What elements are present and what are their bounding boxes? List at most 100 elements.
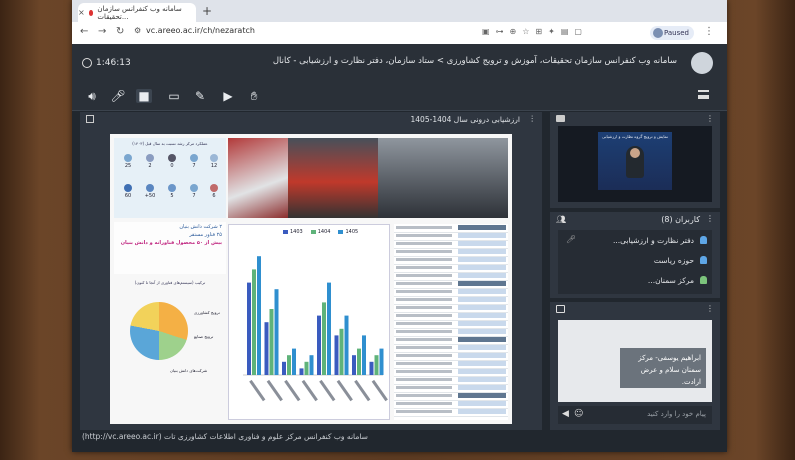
- table-cell: [396, 258, 452, 261]
- table-cell: [396, 290, 452, 293]
- forward-button[interactable]: →: [98, 26, 106, 37]
- presentation-title: ارزشیابی درونی سال 1404-1405: [410, 115, 521, 124]
- video-panel: ⋮ نمایش و ترویج گروه نظارت و ارزشیابی: [550, 112, 720, 208]
- speaker-face: [630, 148, 640, 158]
- chart-bar: [247, 282, 251, 375]
- app-footer: (http://vc.areeo.ac.ir) سامانه وب کنفران…: [72, 430, 727, 446]
- stat-item: 0: [162, 154, 182, 169]
- back-button[interactable]: ←: [80, 26, 88, 37]
- app-header: 1:46:13 سامانه وب کنفرانس سازمان تحقیقات…: [72, 44, 727, 84]
- stat-item: 6: [204, 184, 224, 199]
- chat-input-bar: ◀ ☺ پیام خود را وارد کنید: [558, 406, 712, 424]
- mic-icon: 🎤︎: [566, 235, 577, 244]
- table-cell: [396, 330, 452, 333]
- table-cell: [458, 241, 506, 246]
- chart-bar: [274, 289, 279, 375]
- user-row[interactable]: حوزه ریاست: [558, 252, 712, 270]
- url-field[interactable]: vc.areeo.ac.ir/ch/nezaratch: [146, 26, 255, 35]
- table-cell: [396, 234, 452, 237]
- chat-panel: ⋮ ابراهیم یوسفی- مرکز سمنان سلام و عرض ا…: [550, 302, 720, 430]
- new-tab-button[interactable]: +: [200, 4, 214, 18]
- chart-bar: [374, 355, 379, 375]
- chart-bar: [322, 302, 326, 375]
- video-feed[interactable]: نمایش و ترویج گروه نظارت و ارزشیابی: [558, 126, 712, 202]
- presentation-header: ارزشیابی درونی سال 1404-1405 ⋮: [80, 112, 542, 128]
- reload-button[interactable]: ↻: [116, 26, 124, 37]
- hamburger-menu-icon[interactable]: [698, 90, 709, 99]
- site-info-icon[interactable]: ⚙: [134, 26, 141, 35]
- user-name: حوزه ریاست: [653, 256, 694, 265]
- photo-strip: [228, 138, 508, 218]
- chart-bar: [334, 335, 339, 375]
- table-cell: [396, 394, 452, 397]
- chart-legend: 1403 1404 1405: [283, 229, 358, 235]
- chart-bar: [252, 269, 256, 375]
- table-cell: [458, 353, 506, 358]
- pie-chart: [130, 302, 188, 360]
- table-cell: [458, 249, 506, 254]
- chart-bar: [327, 282, 331, 375]
- recording-dot-icon: [88, 9, 94, 16]
- photo-visitors: [378, 138, 508, 218]
- camera-icon[interactable]: ■: [136, 89, 152, 103]
- presentation-menu-button[interactable]: ⋮: [529, 114, 537, 123]
- play-icon[interactable]: ▶: [220, 89, 236, 103]
- stat-item: 7: [184, 154, 204, 169]
- users-panel-menu-button[interactable]: ⋮: [706, 214, 714, 223]
- table-cell: [396, 338, 452, 341]
- slide: عملکرد مرکز رشد نسبت به سال قبل (۱۴۰۳) 2…: [110, 134, 512, 424]
- users-panel-header: 👥︎ کاربران (8) ⋮: [550, 212, 720, 228]
- send-icon[interactable]: ◀: [562, 409, 569, 419]
- category-label-mark: [266, 379, 283, 402]
- hand-icon[interactable]: ✋︎: [246, 89, 262, 104]
- organization-logo: [691, 52, 713, 74]
- chart-bar: [344, 315, 349, 375]
- pie-title: ترکیب (سیستم‌های فناوری از آنجا تا کنون): [134, 280, 206, 285]
- chat-icon: [556, 305, 565, 313]
- chat-input[interactable]: پیام خود را وارد کنید: [647, 410, 706, 418]
- emoji-icon[interactable]: ☺: [574, 409, 583, 419]
- category-label-mark: [301, 379, 318, 402]
- pen-icon[interactable]: ✎: [192, 89, 208, 103]
- table-cell: [396, 282, 452, 285]
- photo-exhibit: [228, 138, 288, 218]
- page-icon[interactable]: [86, 115, 94, 123]
- table-cell: [458, 225, 506, 230]
- mic-icon[interactable]: 🎤︎: [110, 89, 126, 103]
- user-row[interactable]: مرکز سمنان...: [558, 272, 712, 290]
- person-icon: [700, 276, 707, 284]
- browser-tab[interactable]: × سامانه وب کنفرانس سازمان تحقیقات...: [78, 3, 196, 22]
- video-panel-menu-button[interactable]: ⋮: [706, 114, 714, 123]
- table-cell: [458, 281, 506, 286]
- browser-menu-button[interactable]: ⋮: [704, 26, 714, 37]
- clock-icon: [82, 58, 92, 68]
- chart-bar: [304, 361, 309, 375]
- users-icon: 👥︎: [556, 215, 567, 224]
- chart-bar: [352, 355, 356, 375]
- chart-bar: [362, 335, 366, 375]
- screen-share-icon[interactable]: ▭: [166, 89, 182, 103]
- table-cell: [396, 242, 452, 245]
- table-cell: [396, 266, 452, 269]
- table-cell: [396, 226, 452, 229]
- table-cell: [396, 386, 452, 389]
- highlight-item: ۲۵ فناور مستقر: [189, 232, 222, 238]
- chart-bar: [292, 348, 296, 375]
- user-row[interactable]: دفتر نظارت و ارزشیابی... 🎤︎: [558, 232, 712, 250]
- tab-close-button[interactable]: ×: [78, 8, 85, 17]
- chat-messages: ابراهیم یوسفی- مرکز سمنان سلام و عرض ارا…: [558, 320, 712, 402]
- user-name: مرکز سمنان...: [647, 276, 694, 285]
- chart-bar: [282, 361, 286, 375]
- address-bar-icons[interactable]: ▣⊶⊕☆⊞✦▤▢: [482, 27, 588, 36]
- chart-bar: [357, 348, 361, 375]
- table-cell: [458, 313, 506, 318]
- speaker-icon[interactable]: 🔊︎: [84, 89, 100, 104]
- chat-panel-menu-button[interactable]: ⋮: [706, 304, 714, 313]
- stat-item: 12: [204, 154, 224, 169]
- address-bar-row: ← → ↻ ⚙ vc.areeo.ac.ir/ch/nezaratch ▣⊶⊕☆…: [72, 22, 727, 45]
- table-cell: [458, 393, 506, 398]
- video-panel-header: ⋮: [550, 112, 720, 126]
- profile-paused-button[interactable]: Paused: [650, 26, 694, 40]
- category-label-mark: [319, 379, 336, 402]
- timer-value: 1:46:13: [96, 58, 131, 68]
